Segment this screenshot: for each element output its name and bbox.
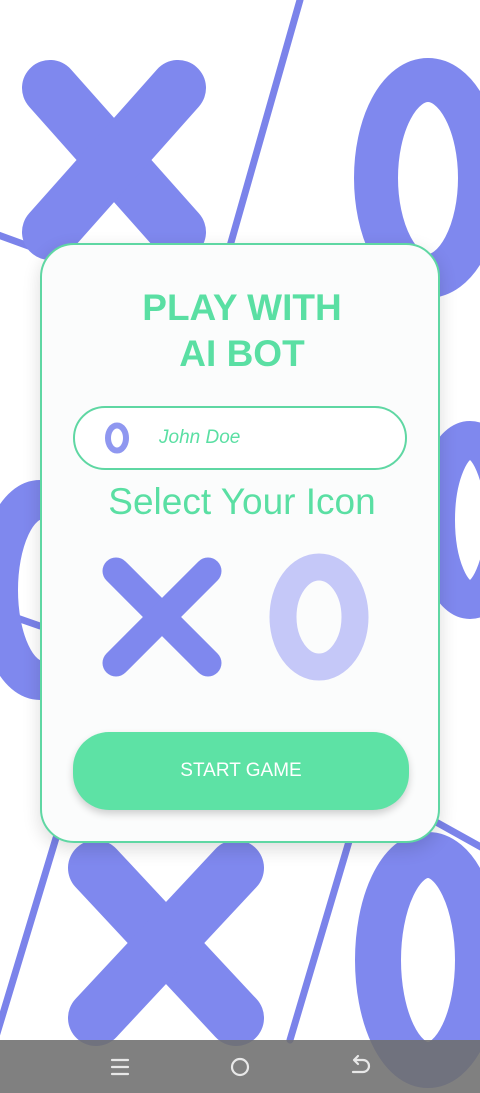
title-line-2: AI BOT (179, 333, 305, 374)
x-icon[interactable] (98, 553, 226, 681)
game-setup-card: PLAY WITH AI BOT John Doe Select Your Ic… (40, 243, 440, 843)
title-line-1: PLAY WITH (142, 287, 342, 328)
bg-o-mark (355, 832, 480, 1088)
select-icon-label: Select Your Icon (108, 481, 376, 522)
bg-o-mark (417, 421, 480, 619)
home-icon[interactable] (227, 1054, 253, 1080)
page-title: PLAY WITH AI BOT (42, 285, 442, 377)
start-game-button[interactable]: START GAME (73, 732, 409, 810)
player-name-field[interactable]: John Doe (73, 406, 407, 470)
back-icon[interactable] (347, 1054, 373, 1080)
system-nav-bar (0, 1040, 480, 1093)
player-name-text: John Doe (159, 427, 241, 448)
o-icon[interactable] (268, 553, 370, 681)
grid-line (222, 0, 304, 264)
menu-icon[interactable] (107, 1054, 133, 1080)
grid-line (286, 834, 354, 1044)
grid-line (0, 834, 60, 1036)
o-icon (105, 422, 129, 454)
